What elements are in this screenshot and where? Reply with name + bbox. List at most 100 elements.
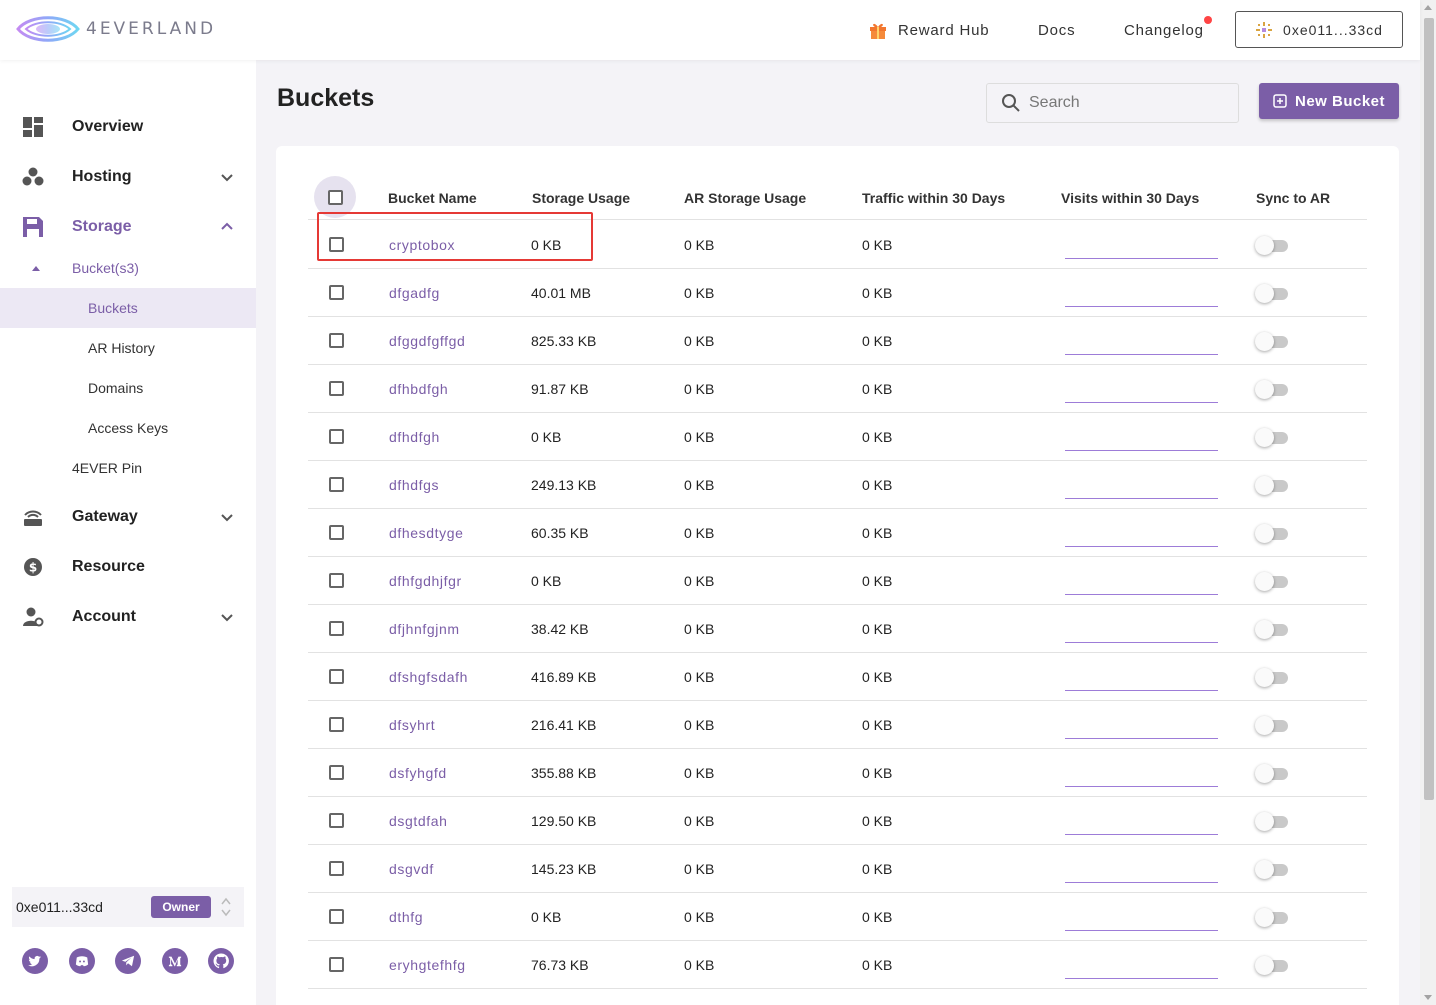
bucket-name-link[interactable]: dsgvdf <box>389 845 434 893</box>
bucket-name-link[interactable]: eryhgtefhfg <box>389 941 466 989</box>
bucket-name-link[interactable]: dfhfgdhjfgr <box>389 557 462 605</box>
sidebar-item-account[interactable]: Account <box>0 597 256 637</box>
table-row[interactable]: dsfyhgfd 355.88 KB 0 KB 0 KB <box>308 749 1367 797</box>
new-bucket-button[interactable]: New Bucket <box>1259 83 1399 119</box>
bucket-name-link[interactable]: dthfg <box>389 893 423 941</box>
sync-to-ar-toggle[interactable] <box>1255 379 1291 399</box>
bucket-name-link[interactable]: dfjhnfgjnm <box>389 605 460 653</box>
changelog-link[interactable]: Changelog <box>1124 0 1212 60</box>
bucket-name-link[interactable]: dsgtdfah <box>389 797 448 845</box>
scroll-up-icon[interactable] <box>1424 5 1432 10</box>
logo[interactable]: 4EVERLAND <box>16 12 216 46</box>
logo-text: 4EVERLAND <box>86 19 217 39</box>
sync-to-ar-toggle[interactable] <box>1255 715 1291 735</box>
sidebar-label-4ever-pin: 4EVER Pin <box>72 460 143 476</box>
sync-to-ar-toggle[interactable] <box>1255 235 1291 255</box>
table-row[interactable]: dthfg 0 KB 0 KB 0 KB <box>308 893 1367 941</box>
table-row[interactable]: dfshgfsdafh 416.89 KB 0 KB 0 KB <box>308 653 1367 701</box>
row-checkbox[interactable] <box>329 861 344 876</box>
sidebar-item-gateway[interactable]: Gateway <box>0 497 256 537</box>
sidebar-item-buckets[interactable]: Buckets <box>0 288 256 328</box>
scrollbar-thumb[interactable] <box>1424 18 1434 800</box>
sidebar-item-hosting[interactable]: Hosting <box>0 157 256 197</box>
sync-to-ar-toggle[interactable] <box>1255 859 1291 879</box>
scroll-down-icon[interactable] <box>1424 995 1432 1000</box>
sync-to-ar-toggle[interactable] <box>1255 331 1291 351</box>
row-checkbox[interactable] <box>329 381 344 396</box>
sync-to-ar-toggle[interactable] <box>1255 811 1291 831</box>
discord-icon[interactable] <box>68 948 95 974</box>
wallet-button[interactable]: 0xe011...33cd <box>1235 11 1403 48</box>
row-checkbox[interactable] <box>329 717 344 732</box>
header-ar-storage-usage[interactable]: AR Storage Usage <box>684 176 806 220</box>
sync-to-ar-toggle[interactable] <box>1255 571 1291 591</box>
sidebar-label-bucket-s3: Bucket(s3) <box>72 260 139 276</box>
row-checkbox[interactable] <box>329 477 344 492</box>
sync-to-ar-toggle[interactable] <box>1255 955 1291 975</box>
table-row[interactable]: dfhesdtyge 60.35 KB 0 KB 0 KB <box>308 509 1367 557</box>
search-input[interactable] <box>1029 94 1229 112</box>
sync-to-ar-toggle[interactable] <box>1255 619 1291 639</box>
github-icon[interactable] <box>208 948 234 974</box>
header-sync-to-ar[interactable]: Sync to AR <box>1256 176 1330 220</box>
sync-to-ar-toggle[interactable] <box>1255 907 1291 927</box>
twitter-icon[interactable] <box>22 948 48 974</box>
row-checkbox[interactable] <box>329 621 344 636</box>
row-checkbox[interactable] <box>329 333 344 348</box>
sidebar-item-bucket-s3[interactable]: Bucket(s3) <box>0 248 256 288</box>
storage-usage-cell: 76.73 KB <box>531 957 589 973</box>
table-row[interactable]: eryhgtefhfg 76.73 KB 0 KB 0 KB <box>308 941 1367 989</box>
row-checkbox[interactable] <box>329 429 344 444</box>
table-row[interactable]: dfsyhrt 216.41 KB 0 KB 0 KB <box>308 701 1367 749</box>
ar-storage-usage-cell: 0 KB <box>684 285 715 301</box>
medium-icon[interactable] <box>161 948 188 974</box>
row-checkbox[interactable] <box>329 813 344 828</box>
telegram-icon[interactable] <box>115 948 141 974</box>
sidebar-item-resource[interactable]: $ Resource <box>0 547 256 587</box>
sidebar-item-4ever-pin[interactable]: 4EVER Pin <box>0 448 256 488</box>
row-checkbox[interactable] <box>329 765 344 780</box>
bucket-name-link[interactable]: dfhdfgs <box>389 461 439 509</box>
row-checkbox[interactable] <box>329 957 344 972</box>
sidebar-item-ar-history[interactable]: AR History <box>0 328 256 368</box>
sync-to-ar-toggle[interactable] <box>1255 523 1291 543</box>
table-row[interactable]: dsgvdf 145.23 KB 0 KB 0 KB <box>308 845 1367 893</box>
row-checkbox[interactable] <box>329 573 344 588</box>
row-checkbox[interactable] <box>329 525 344 540</box>
row-checkbox[interactable] <box>329 669 344 684</box>
bucket-name-link[interactable]: dfhesdtyge <box>389 509 464 557</box>
bucket-name-link[interactable]: dfsyhrt <box>389 701 435 749</box>
table-row[interactable]: dsgtdfah 129.50 KB 0 KB 0 KB <box>308 797 1367 845</box>
bucket-name-link[interactable]: dsfyhgfd <box>389 749 447 797</box>
table-row[interactable]: dfjhnfgjnm 38.42 KB 0 KB 0 KB <box>308 605 1367 653</box>
reward-hub-link[interactable]: Reward Hub <box>868 0 989 60</box>
header-traffic[interactable]: Traffic within 30 Days <box>862 176 1005 220</box>
table-row[interactable]: dfhdfgh 0 KB 0 KB 0 KB <box>308 413 1367 461</box>
row-checkbox[interactable] <box>329 285 344 300</box>
bucket-name-link[interactable]: dfshgfsdafh <box>389 653 468 701</box>
bucket-name-link[interactable]: dfggdfgffgd <box>389 317 465 365</box>
docs-link[interactable]: Docs <box>1038 0 1075 60</box>
scrollbar[interactable] <box>1420 0 1436 1005</box>
table-row[interactable]: dfhfgdhjfgr 0 KB 0 KB 0 KB <box>308 557 1367 605</box>
table-row[interactable]: dfhdfgs 249.13 KB 0 KB 0 KB <box>308 461 1367 509</box>
row-checkbox[interactable] <box>329 909 344 924</box>
table-row[interactable]: dfgadfg 40.01 MB 0 KB 0 KB <box>308 269 1367 317</box>
sidebar-item-overview[interactable]: Overview <box>0 107 256 147</box>
search-box[interactable] <box>986 83 1239 123</box>
sidebar-item-storage[interactable]: Storage <box>0 207 256 247</box>
sync-to-ar-toggle[interactable] <box>1255 427 1291 447</box>
bucket-name-link[interactable]: dfhbdfgh <box>389 365 448 413</box>
sync-to-ar-toggle[interactable] <box>1255 475 1291 495</box>
sync-to-ar-toggle[interactable] <box>1255 667 1291 687</box>
sync-to-ar-toggle[interactable] <box>1255 283 1291 303</box>
bucket-name-link[interactable]: dfgadfg <box>389 269 440 317</box>
bucket-name-link[interactable]: dfhdfgh <box>389 413 440 461</box>
table-row[interactable]: dfggdfgffgd 825.33 KB 0 KB 0 KB <box>308 317 1367 365</box>
sidebar-item-domains[interactable]: Domains <box>0 368 256 408</box>
header-visits[interactable]: Visits within 30 Days <box>1061 176 1199 220</box>
sidebar-item-access-keys[interactable]: Access Keys <box>0 408 256 448</box>
account-switcher[interactable]: 0xe011...33cd Owner <box>12 887 244 927</box>
table-row[interactable]: dfhbdfgh 91.87 KB 0 KB 0 KB <box>308 365 1367 413</box>
sync-to-ar-toggle[interactable] <box>1255 763 1291 783</box>
